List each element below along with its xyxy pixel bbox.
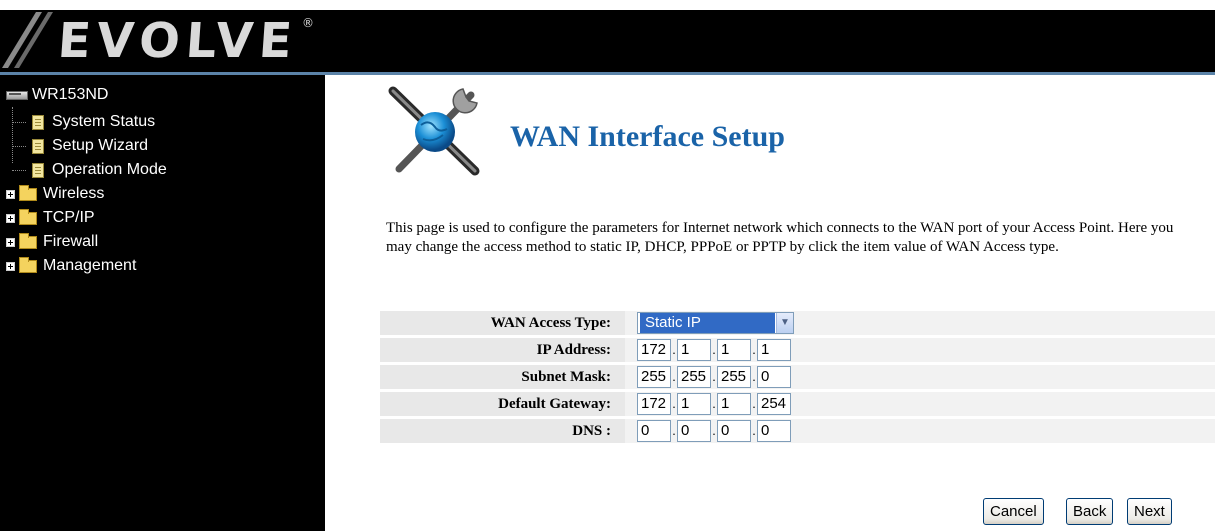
subnet-mask-octet-2[interactable]: 255 (677, 366, 711, 388)
wan-settings-form: WAN Access Type: Static IP ▼ IP Address:… (380, 308, 1215, 446)
default-gateway-octet-4[interactable]: 254 (757, 393, 791, 415)
sidebar-item-firewall[interactable]: Firewall (6, 230, 98, 254)
sidebar-item-management[interactable]: Management (6, 254, 136, 278)
sidebar-item-wireless[interactable]: Wireless (6, 182, 104, 206)
expand-icon[interactable] (6, 261, 15, 271)
form-row-dns: DNS : 0.0.0.0 (380, 419, 1215, 443)
folder-icon (19, 184, 37, 201)
page-icon (32, 138, 44, 154)
subnet-mask-octet-3[interactable]: 255 (717, 366, 751, 388)
dns-label: DNS : (380, 419, 625, 443)
tree-connector (12, 122, 26, 123)
trademark-symbol: ® (302, 16, 314, 30)
dns-octet-1[interactable]: 0 (637, 420, 671, 442)
wan-access-type-select[interactable]: Static IP ▼ (637, 312, 794, 334)
default-gateway-octet-1[interactable]: 172 (637, 393, 671, 415)
folder-icon (19, 256, 37, 273)
tree-connector (12, 170, 26, 171)
page-icon (32, 114, 44, 130)
tree-connector (12, 146, 26, 147)
sidebar-item-label: TCP/IP (43, 209, 95, 226)
sidebar-root-label: WR153ND (32, 86, 109, 103)
ip-address-octet-2[interactable]: 1 (677, 339, 711, 361)
brand-logo: EVOLVE (56, 13, 300, 69)
dns-octet-4[interactable]: 0 (757, 420, 791, 442)
page-icon (32, 162, 44, 178)
swoosh-logo-icon (2, 12, 53, 68)
default-gateway-octet-3[interactable]: 1 (717, 393, 751, 415)
sidebar-item-tcpip[interactable]: TCP/IP (6, 206, 95, 230)
sidebar-root-wr153nd[interactable]: WR153ND (6, 83, 108, 107)
expand-icon[interactable] (6, 213, 15, 223)
ip-address-octet-4[interactable]: 1 (757, 339, 791, 361)
subnet-mask-label: Subnet Mask: (380, 365, 625, 389)
page-title: WAN Interface Setup (510, 120, 785, 153)
sidebar-item-setup-wizard[interactable]: Setup Wizard (32, 134, 148, 158)
default-gateway-label: Default Gateway: (380, 392, 625, 416)
sidebar-item-system-status[interactable]: System Status (32, 110, 155, 134)
main-content: WAN Interface Setup This page is used to… (325, 75, 1215, 531)
sidebar-item-operation-mode[interactable]: Operation Mode (32, 158, 167, 182)
sidebar-item-label: Wireless (43, 185, 105, 202)
folder-icon (19, 208, 37, 225)
back-button[interactable]: Back (1066, 498, 1114, 525)
header-banner: EVOLVE ® (0, 10, 1215, 72)
page-description: This page is used to configure the param… (386, 220, 1174, 255)
sidebar-nav: WR153ND System Status Setup Wizard Opera… (0, 75, 325, 531)
subnet-mask-octet-4[interactable]: 0 (757, 366, 791, 388)
cancel-button[interactable]: Cancel (983, 498, 1044, 525)
ip-address-octet-1[interactable]: 172 (637, 339, 671, 361)
tree-connector (12, 107, 13, 163)
expand-icon[interactable] (6, 189, 15, 199)
form-row-wan-access-type: WAN Access Type: Static IP ▼ (380, 311, 1215, 335)
form-row-default-gateway: Default Gateway: 172. 1. 1. 254 (380, 392, 1215, 416)
wan-access-type-value: Static IP (640, 313, 775, 333)
network-device-icon (6, 88, 28, 102)
next-button[interactable]: Next (1127, 498, 1172, 525)
subnet-mask-octet-1[interactable]: 255 (637, 366, 671, 388)
form-row-subnet-mask: Subnet Mask: 255. 255. 255. 0 (380, 365, 1215, 389)
form-row-ip-address: IP Address: 172. 1. 1. 1 (380, 338, 1215, 362)
tools-globe-icon (388, 86, 480, 176)
chevron-down-icon[interactable]: ▼ (776, 313, 793, 333)
default-gateway-octet-2[interactable]: 1 (677, 393, 711, 415)
sidebar-item-label: Management (43, 257, 137, 274)
expand-icon[interactable] (6, 237, 15, 247)
top-cut-strip (0, 0, 1215, 10)
sidebar-item-label: Operation Mode (52, 161, 167, 178)
dns-octet-2[interactable]: 0 (677, 420, 711, 442)
dns-octet-3[interactable]: 0 (717, 420, 751, 442)
folder-icon (19, 232, 37, 249)
sidebar-item-label: System Status (52, 113, 156, 130)
wan-access-type-label: WAN Access Type: (380, 311, 625, 335)
sidebar-item-label: Setup Wizard (52, 137, 149, 154)
ip-address-label: IP Address: (380, 338, 625, 362)
ip-address-octet-3[interactable]: 1 (717, 339, 751, 361)
sidebar-item-label: Firewall (43, 233, 99, 250)
